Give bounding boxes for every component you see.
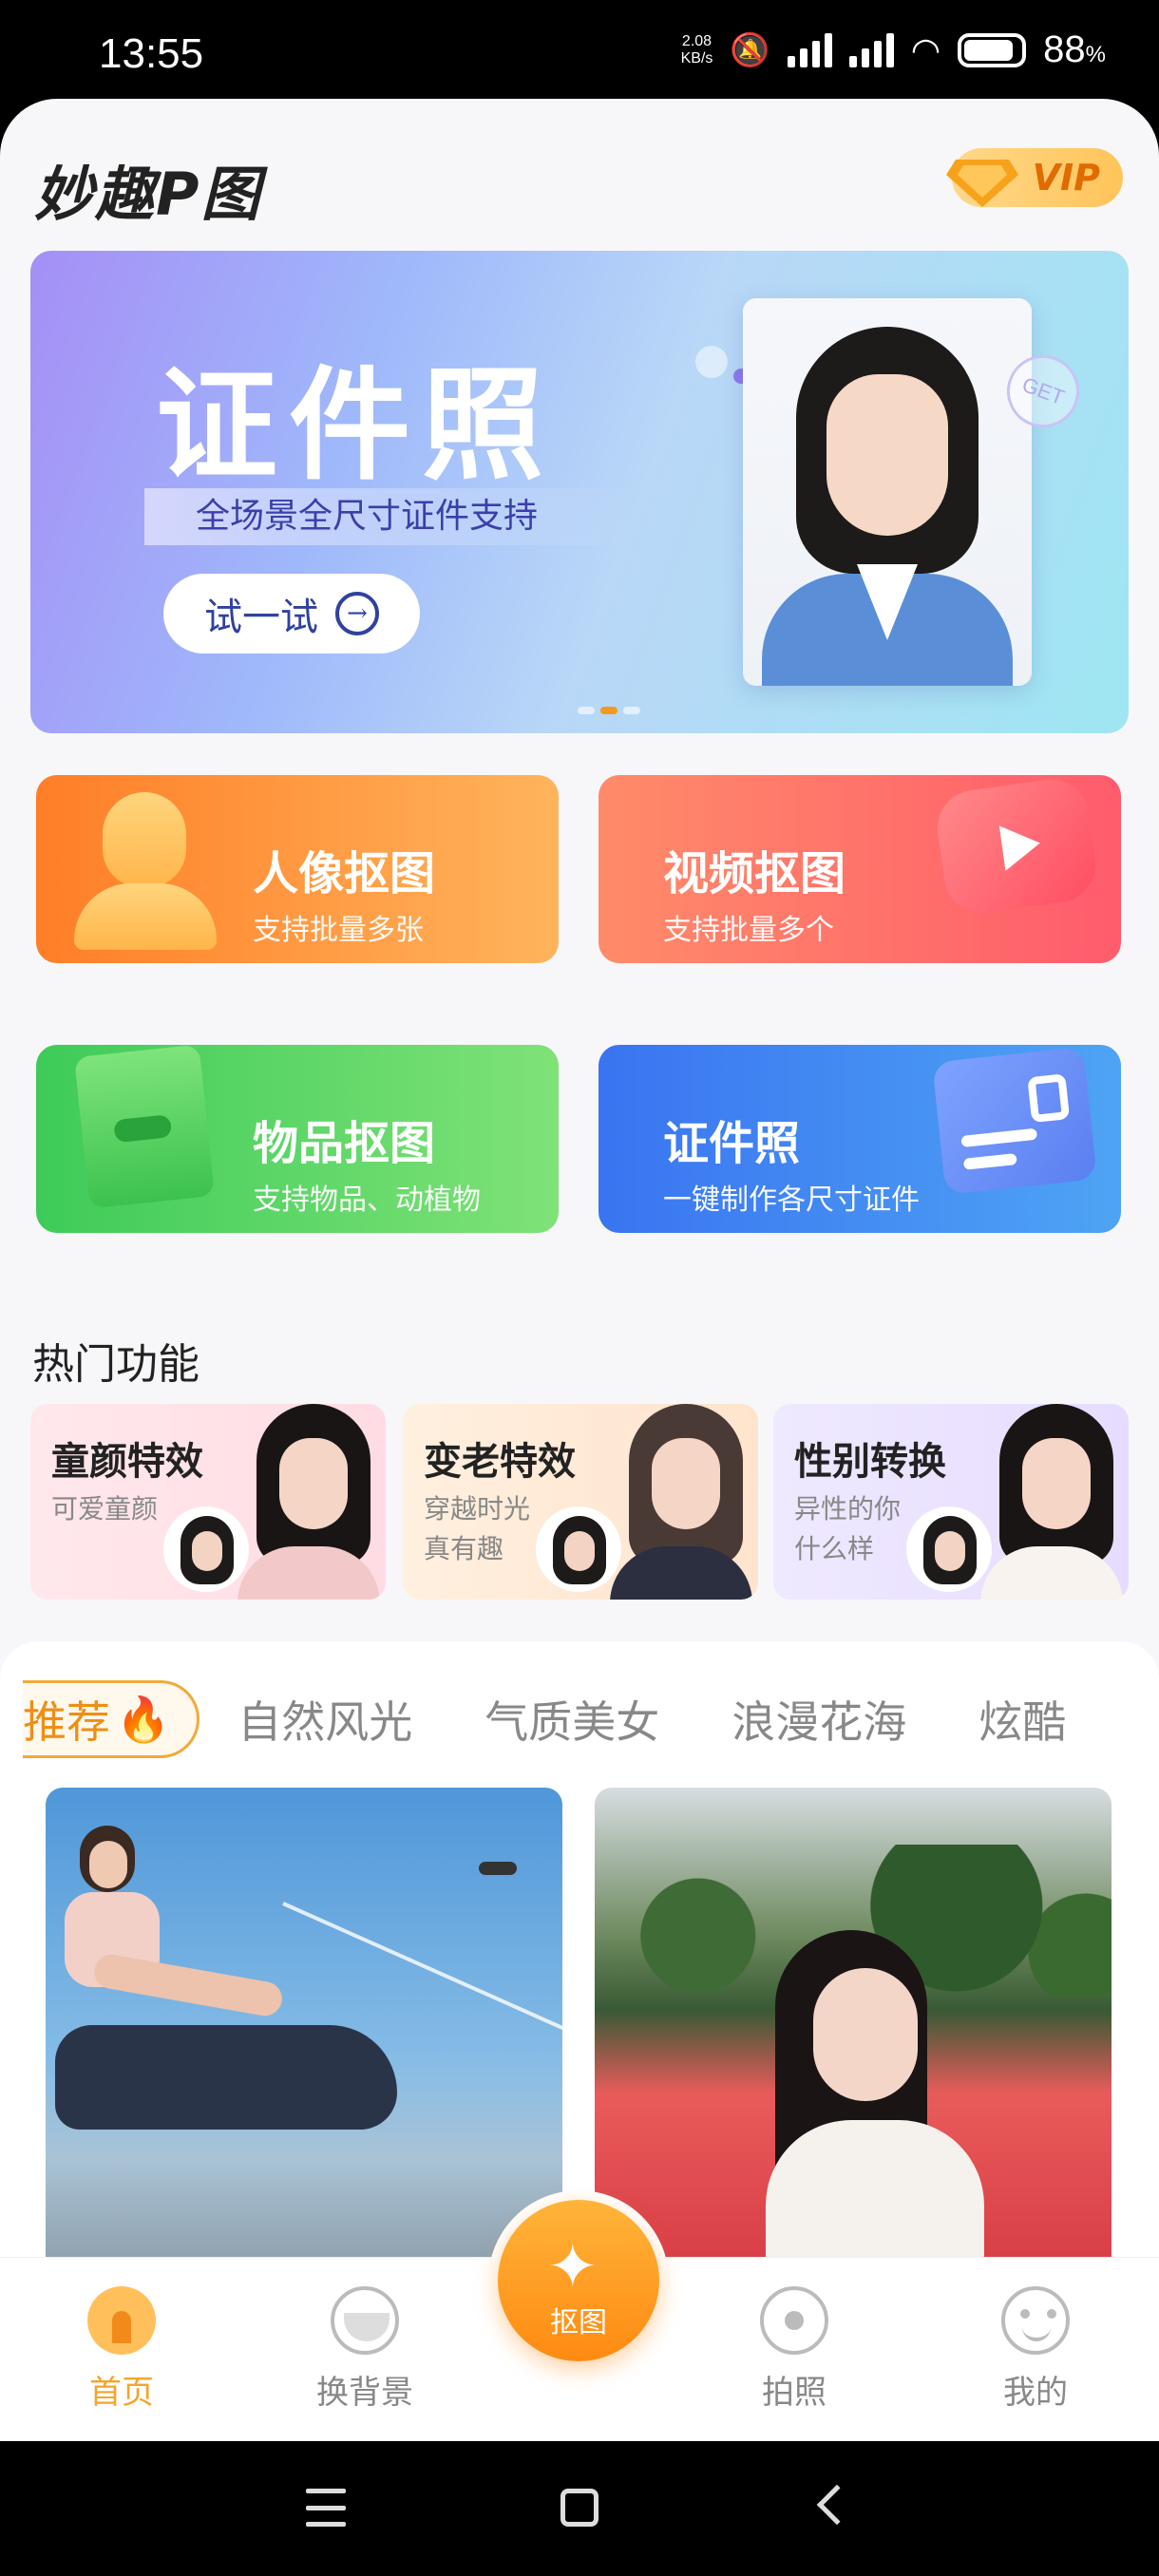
carousel-dot bbox=[578, 707, 595, 714]
carousel-indicator bbox=[578, 707, 640, 714]
template-card[interactable] bbox=[46, 1788, 562, 2282]
camera-icon bbox=[760, 2286, 828, 2355]
video-cutout-card[interactable]: 视频抠图 支持批量多个 bbox=[598, 775, 1121, 963]
id-photo-card[interactable]: 证件照 一键制作各尺寸证件 bbox=[598, 1045, 1121, 1233]
template-card[interactable] bbox=[595, 1788, 1112, 2282]
jet-image bbox=[479, 1862, 517, 1875]
mute-icon: 🔕 bbox=[730, 31, 770, 68]
nav-home[interactable]: 首页 bbox=[46, 2286, 198, 2413]
nav-camera[interactable]: 拍照 bbox=[718, 2286, 870, 2413]
wifi-icon: ◠ bbox=[910, 29, 941, 69]
hot-section-title: 热门功能 bbox=[32, 1340, 200, 1389]
effect-title: 变老特效 bbox=[424, 1440, 576, 1484]
nav-cutout-label: 抠图 bbox=[550, 2306, 607, 2339]
menu-icon[interactable] bbox=[306, 2489, 346, 2527]
system-navigation-bar bbox=[0, 2441, 1159, 2576]
banner-subtitle: 全场景全尺寸证件支持 bbox=[144, 488, 638, 545]
object-cutout-card[interactable]: 物品抠图 支持物品、动植物 bbox=[36, 1045, 559, 1233]
carousel-dot bbox=[623, 707, 640, 714]
tab-cool[interactable]: 炫酷 bbox=[978, 1688, 1066, 1751]
person-icon bbox=[74, 792, 217, 954]
signal-icon-2 bbox=[848, 32, 894, 67]
card-subtitle: 支持物品、动植物 bbox=[253, 1184, 481, 1217]
effect-subtitle: 异性的你什么样 bbox=[794, 1493, 902, 1564]
arrow-right-icon: → bbox=[335, 592, 379, 635]
effect-preview-image bbox=[610, 1404, 752, 1600]
play-icon bbox=[932, 775, 1101, 919]
home-icon bbox=[87, 2286, 156, 2355]
tab-nature[interactable]: 自然风光 bbox=[238, 1688, 412, 1751]
background-icon bbox=[331, 2286, 399, 2355]
woman-image bbox=[737, 1930, 994, 2282]
card-title: 视频抠图 bbox=[663, 847, 846, 900]
woman-image bbox=[55, 1826, 285, 2044]
card-subtitle: 一键制作各尺寸证件 bbox=[663, 1184, 920, 1217]
childface-effect-card[interactable]: 童颜特效 可爱童颜 bbox=[30, 1404, 386, 1600]
try-button-label: 试一试 bbox=[204, 596, 318, 639]
battery-icon bbox=[958, 32, 1027, 67]
tab-flowers[interactable]: 浪漫花海 bbox=[732, 1688, 906, 1751]
tab-recommend[interactable]: 推荐 🔥 bbox=[23, 1680, 200, 1758]
portrait-cutout-card[interactable]: 人像抠图 支持批量多张 bbox=[36, 775, 559, 963]
flame-icon: 🔥 bbox=[116, 1693, 171, 1745]
carousel-dot-active bbox=[600, 707, 618, 714]
card-title: 证件照 bbox=[663, 1117, 801, 1170]
network-speed: 2.08 KB/s bbox=[680, 32, 713, 66]
nav-profile[interactable]: 我的 bbox=[960, 2286, 1112, 2413]
card-title: 人像抠图 bbox=[253, 847, 436, 900]
effect-title: 性别转换 bbox=[794, 1440, 946, 1484]
effect-thumbnail bbox=[536, 1506, 621, 1592]
app-logo: 妙趣P图 bbox=[34, 160, 262, 229]
effect-preview-image bbox=[980, 1404, 1123, 1600]
try-button[interactable]: 试一试 → bbox=[163, 574, 420, 653]
status-bar: 13:55 2.08 KB/s 🔕 ◠ 88% bbox=[0, 0, 1159, 104]
aging-effect-card[interactable]: 变老特效 穿越时光真有趣 bbox=[403, 1404, 758, 1600]
gender-swap-card[interactable]: 性别转换 异性的你什么样 bbox=[773, 1404, 1129, 1600]
signal-icon bbox=[787, 32, 832, 67]
home-button-icon[interactable] bbox=[560, 2489, 598, 2527]
back-icon[interactable] bbox=[816, 2484, 858, 2526]
battery-level: 88% bbox=[1043, 28, 1106, 70]
vip-button[interactable]: VIP bbox=[946, 148, 1123, 207]
decor-bubble bbox=[695, 346, 728, 378]
card-title: 物品抠图 bbox=[253, 1117, 436, 1170]
status-indicators: 2.08 KB/s 🔕 ◠ 88% bbox=[681, 28, 1106, 71]
effect-subtitle: 可爱童颜 bbox=[51, 1493, 159, 1525]
smile-icon bbox=[1001, 2286, 1070, 2355]
category-tabs: 推荐 🔥 自然风光 气质美女 浪漫花海 炫酷 bbox=[0, 1641, 1159, 1759]
effect-preview-image bbox=[238, 1404, 380, 1600]
tab-beauty[interactable]: 气质美女 bbox=[484, 1688, 659, 1751]
box-icon bbox=[73, 1045, 216, 1209]
banner-portrait-image bbox=[743, 298, 1032, 686]
card-subtitle: 支持批量多张 bbox=[253, 914, 424, 947]
vip-label: VIP bbox=[1032, 157, 1100, 199]
magic-wand-icon: ✦ bbox=[547, 2232, 598, 2302]
effect-thumbnail bbox=[906, 1506, 992, 1592]
status-time: 13:55 bbox=[99, 30, 204, 77]
effect-title: 童颜特效 bbox=[51, 1440, 203, 1484]
card-subtitle: 支持批量多个 bbox=[663, 914, 834, 947]
nav-change-background[interactable]: 换背景 bbox=[289, 2286, 441, 2413]
id-card-icon bbox=[932, 1047, 1097, 1195]
nav-cutout-button[interactable]: ✦ 抠图 bbox=[488, 2190, 669, 2371]
effect-thumbnail bbox=[163, 1506, 249, 1592]
promo-banner[interactable]: 证件照 全场景全尺寸证件支持 试一试 → GET bbox=[30, 251, 1129, 733]
banner-title: 证件照 bbox=[156, 354, 556, 497]
diamond-icon bbox=[946, 160, 1018, 207]
effect-subtitle: 穿越时光真有趣 bbox=[424, 1493, 531, 1564]
